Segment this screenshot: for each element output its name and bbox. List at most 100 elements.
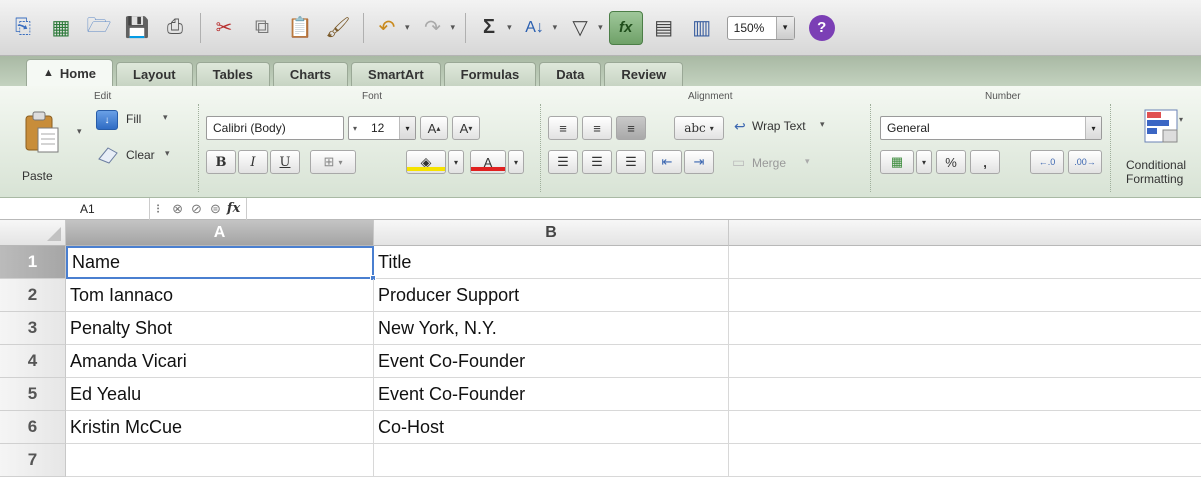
chevron-down-icon[interactable]: ▾ <box>399 117 415 139</box>
open-folder-icon[interactable]: 🗁 <box>82 11 116 45</box>
row-header[interactable]: 4 <box>0 345 66 378</box>
row-header[interactable]: 1 <box>0 246 66 279</box>
save-icon[interactable]: 💾 <box>120 11 154 45</box>
cell-b[interactable]: Title <box>374 246 729 279</box>
font-color-button[interactable]: A <box>470 150 506 174</box>
decrease-decimal-icon[interactable]: .00→ <box>1068 150 1102 174</box>
cell-b[interactable] <box>374 444 729 477</box>
paste-icon[interactable] <box>22 110 62 156</box>
fill-label[interactable]: Fill <box>126 112 141 126</box>
number-format-select[interactable]: General ▾ <box>880 116 1102 140</box>
clear-label[interactable]: Clear <box>126 148 155 162</box>
increase-indent-icon[interactable]: ⇥ <box>684 150 714 174</box>
font-name-select[interactable]: Calibri (Body) <box>206 116 344 140</box>
italic-button[interactable]: I <box>238 150 268 174</box>
tab-tables[interactable]: Tables <box>195 62 270 86</box>
filter-dropdown-icon[interactable]: ▾ <box>598 22 603 33</box>
font-color-dropdown-icon[interactable]: ▾ <box>508 150 524 174</box>
column-header-b[interactable]: B <box>374 220 729 246</box>
row-header[interactable]: 2 <box>0 279 66 312</box>
align-bottom-icon[interactable]: ≡ <box>616 116 646 140</box>
cell-b[interactable]: Event Co-Founder <box>374 378 729 411</box>
align-top-icon[interactable]: ≡ <box>548 116 578 140</box>
align-right-icon[interactable]: ☰ <box>616 150 646 174</box>
wrap-text-icon[interactable]: ↩ <box>734 118 746 135</box>
zoom-select[interactable]: 150% ▾ <box>726 15 795 40</box>
cell-c[interactable] <box>729 444 1201 477</box>
fill-icon[interactable]: ↓ <box>96 110 118 130</box>
tab-charts[interactable]: Charts <box>272 62 349 86</box>
paste-toolbar-icon[interactable]: 📋 <box>283 11 317 45</box>
select-all-corner[interactable] <box>0 220 66 246</box>
name-box[interactable]: A1 <box>0 197 150 220</box>
conditional-formatting-icon[interactable]: ▾ <box>1143 108 1183 146</box>
tab-smartart[interactable]: SmartArt <box>351 62 441 86</box>
sort-icon[interactable]: A↓ <box>518 11 552 45</box>
cell-b[interactable]: Co-Host <box>374 411 729 444</box>
align-middle-icon[interactable]: ≡ <box>582 116 612 140</box>
cell-c[interactable] <box>729 411 1201 444</box>
align-left-icon[interactable]: ☰ <box>548 150 578 174</box>
undo-dropdown-icon[interactable]: ▾ <box>405 22 410 33</box>
fill-color-dropdown-icon[interactable]: ▾ <box>448 150 464 174</box>
wrap-text-dropdown-icon[interactable]: ▾ <box>820 119 825 130</box>
cell-b[interactable]: New York, N.Y. <box>374 312 729 345</box>
conditional-label-line-1[interactable]: Conditional <box>1126 158 1186 172</box>
bold-button[interactable]: B <box>206 150 236 174</box>
equals-icon[interactable]: ⊜ <box>210 201 221 217</box>
copy-icon[interactable]: ⧉ <box>245 11 279 45</box>
redo-dropdown-icon[interactable]: ▾ <box>451 22 456 33</box>
chevron-down-icon[interactable]: ▾ <box>775 16 794 39</box>
enter-icon[interactable]: ⊘ <box>191 201 202 217</box>
chevron-down-icon[interactable]: ▾ <box>1085 117 1101 139</box>
currency-dropdown-icon[interactable]: ▾ <box>916 150 932 174</box>
sort-dropdown-icon[interactable]: ▾ <box>553 22 558 33</box>
conditional-label-line-2[interactable]: Formatting <box>1126 172 1183 186</box>
tab-layout[interactable]: Layout <box>116 62 193 86</box>
align-center-icon[interactable]: ☰ <box>582 150 612 174</box>
format-painter-icon[interactable]: 🖌 <box>321 11 355 45</box>
media-browser-icon[interactable]: ▥ <box>685 11 719 45</box>
underline-button[interactable]: U <box>270 150 300 174</box>
formula-builder-icon[interactable]: fx <box>608 10 643 45</box>
row-header[interactable]: 5 <box>0 378 66 411</box>
fill-color-button[interactable]: ◈ <box>406 150 446 174</box>
cell-a[interactable]: Name <box>66 246 374 279</box>
tab-formulas[interactable]: Formulas <box>443 62 537 86</box>
cell-a[interactable] <box>66 444 374 477</box>
cell-c[interactable] <box>729 312 1201 345</box>
print-icon[interactable]: ⎙ <box>158 11 192 45</box>
redo-icon[interactable]: ↷ <box>416 11 450 45</box>
comma-button[interactable]: , <box>970 150 1000 174</box>
cut-icon[interactable]: ✂ <box>207 11 241 45</box>
fill-dropdown-icon[interactable]: ▾ <box>163 112 168 123</box>
row-header[interactable]: 6 <box>0 411 66 444</box>
cell-a[interactable]: Ed Yealu <box>66 378 374 411</box>
wrap-text-label[interactable]: Wrap Text <box>752 119 806 133</box>
paste-dropdown-icon[interactable]: ▾ <box>77 126 82 137</box>
cell-a[interactable]: Amanda Vicari <box>66 345 374 378</box>
merge-dropdown-icon[interactable]: ▾ <box>805 156 810 167</box>
increase-decimal-icon[interactable]: ←.0 <box>1030 150 1064 174</box>
help-icon[interactable]: ? <box>808 14 835 41</box>
cell-c[interactable] <box>729 246 1201 279</box>
paste-label[interactable]: Paste <box>22 169 53 183</box>
cell-a[interactable]: Tom Iannaco <box>66 279 374 312</box>
cell-b[interactable]: Event Co-Founder <box>374 345 729 378</box>
tab-review[interactable]: Review <box>604 62 684 86</box>
cell-c[interactable] <box>729 279 1201 312</box>
formula-input[interactable] <box>246 197 1201 220</box>
merge-label[interactable]: Merge <box>752 156 786 170</box>
undo-icon[interactable]: ↶ <box>370 11 404 45</box>
eraser-icon[interactable] <box>96 144 120 166</box>
decrease-indent-icon[interactable]: ⇤ <box>652 150 682 174</box>
new-from-template-icon[interactable]: ⎘ <box>6 11 40 45</box>
cancel-icon[interactable]: ⊗ <box>172 201 183 217</box>
autosum-dropdown-icon[interactable]: ▾ <box>507 22 512 33</box>
name-box-stepper-icon[interactable]: ⁝ <box>156 201 160 217</box>
tab-data[interactable]: Data <box>539 62 602 86</box>
cell-a[interactable]: Penalty Shot <box>66 312 374 345</box>
autosum-icon[interactable]: Σ <box>472 11 506 45</box>
column-header-a[interactable]: A <box>66 220 374 246</box>
text-orientation-button[interactable]: abc ▾ <box>674 116 724 140</box>
